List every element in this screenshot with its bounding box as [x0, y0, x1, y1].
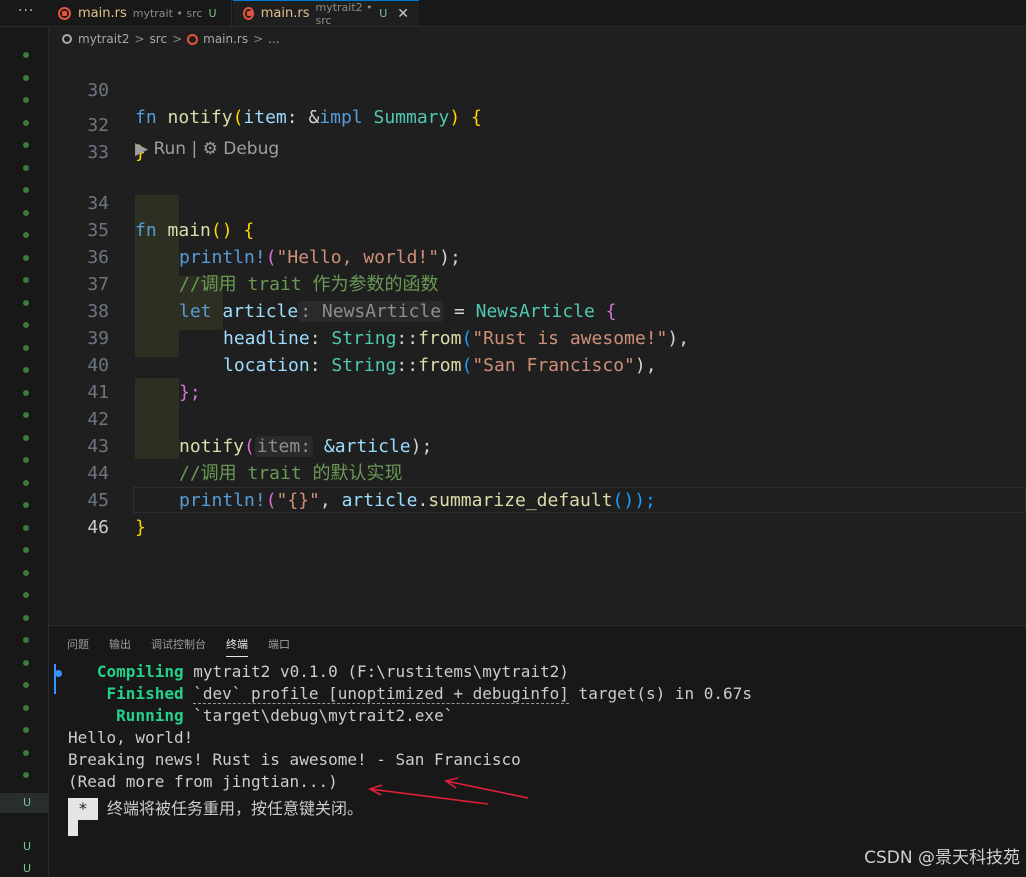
annotation-arrows — [368, 777, 529, 805]
watermark: CSDN @景天科技苑 — [864, 848, 1020, 868]
arrow-2 — [368, 784, 489, 805]
arrow-1 — [444, 777, 529, 799]
